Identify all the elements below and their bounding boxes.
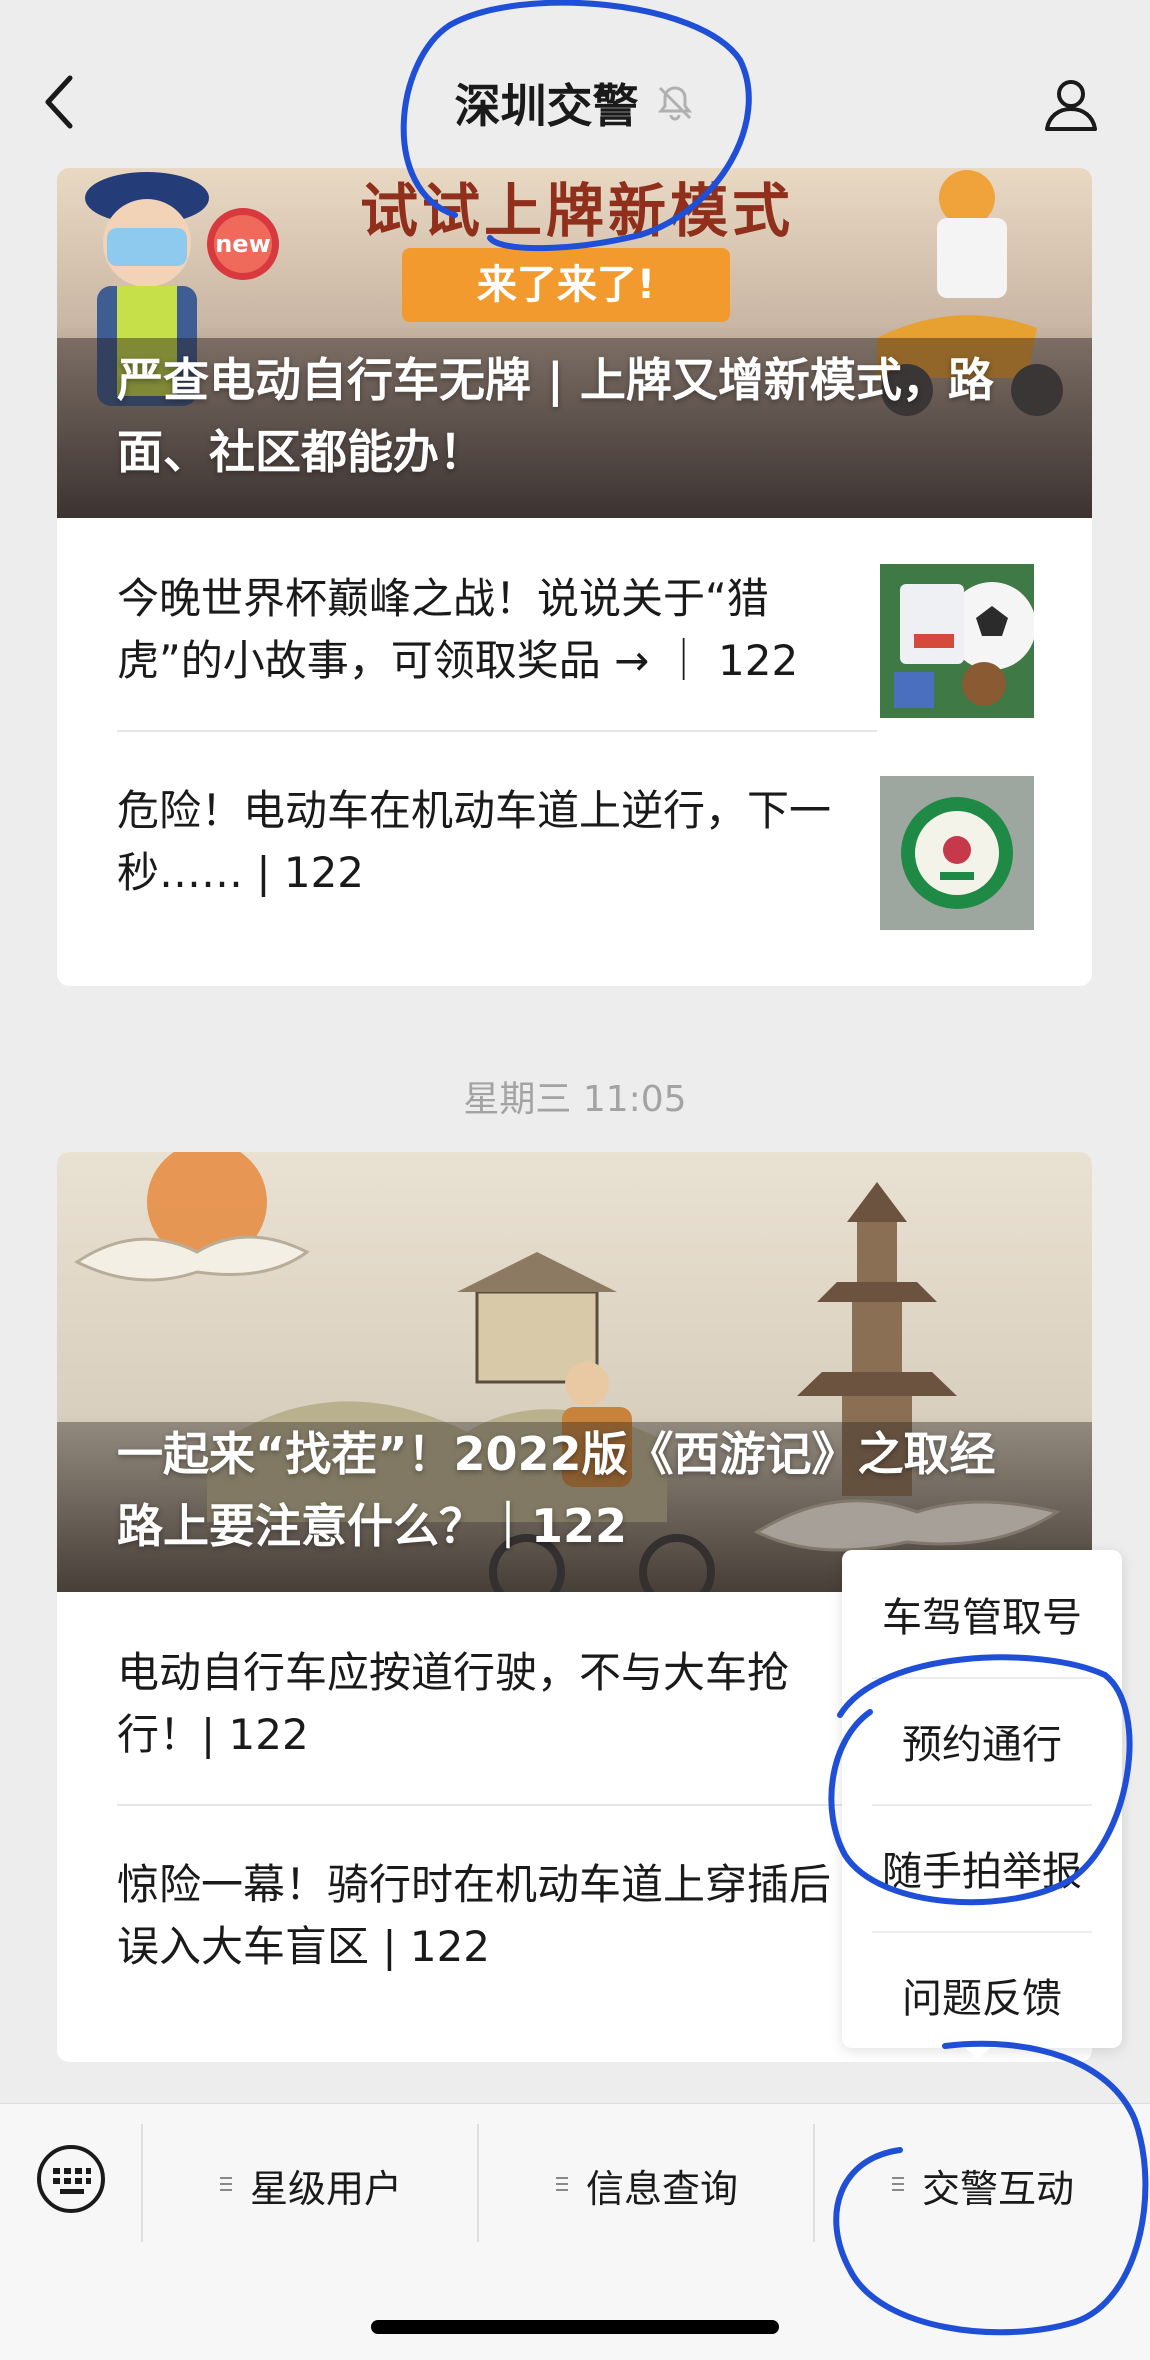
article-title: 今晚世界杯巅峰之战！说说关于“猎虎”的小故事，可领取奖品 → ｜ 122 — [117, 574, 799, 685]
banner-text: 试试上牌新模式 — [359, 177, 794, 245]
person-icon[interactable] — [1042, 75, 1100, 133]
submenu-icon — [219, 2177, 232, 2191]
menu-tab-star-user[interactable]: 星级用户 — [143, 2122, 479, 2248]
title-area: 深圳交警 — [0, 70, 1150, 136]
menu-tab-info-query[interactable]: 信息查询 — [479, 2122, 815, 2248]
nav-header: 深圳交警 — [0, 0, 1150, 168]
menu-tab-traffic-interaction[interactable]: 交警互动 — [815, 2122, 1150, 2248]
message-timestamp: 星期三 11:05 — [463, 1079, 687, 1120]
new-badge: new — [215, 230, 271, 258]
menu-item-vehicle-ticket[interactable]: 车驾管取号 — [842, 1550, 1122, 1677]
submenu-icon — [555, 2177, 568, 2191]
list-item[interactable]: 今晚世界杯巅峰之战！说说关于“猎虎”的小故事，可领取奖品 → ｜ 122 — [57, 518, 1092, 730]
menu-tab-label: 交警互动 — [921, 2166, 1074, 2211]
page-title: 深圳交警 — [454, 79, 639, 133]
hero-article-title: 严查电动自行车无牌 | 上牌又增新模式，路面、社区都能办！ — [117, 353, 994, 479]
hero-article-2[interactable]: 一起来“找茬”！2022版《西游记》之取经路上要注意什么？｜122 — [57, 1152, 1092, 1592]
article-card-1: 试试上牌新模式 来了来了! new 严查电动自行车无牌 | 上牌又增新模式，路面… — [57, 168, 1092, 986]
bell-muted-icon — [657, 86, 692, 121]
divider — [117, 1804, 877, 1806]
keyboard-icon[interactable] — [36, 2144, 106, 2214]
hero-article-1[interactable]: 试试上牌新模式 来了来了! new 严查电动自行车无牌 | 上牌又增新模式，路面… — [57, 168, 1092, 518]
article-title: 电动自行车应按道行驶，不与大车抢行！| 122 — [117, 1648, 790, 1759]
list-item[interactable]: 危险！电动车在机动车道上逆行，下一秒…… | 122 — [57, 730, 1092, 942]
banner-button: 来了来了! — [402, 248, 730, 322]
submenu-icon — [891, 2177, 904, 2191]
soccer-prizes-thumb — [880, 564, 1034, 718]
badge-thumb — [880, 776, 1034, 930]
menu-item-photo-report[interactable]: 随手拍举报 — [842, 1804, 1122, 1931]
divider — [117, 730, 877, 732]
article-title: 惊险一幕！骑行时在机动车道上穿插后误入大车盲区 | 122 — [117, 1860, 832, 1971]
menu-item-feedback[interactable]: 问题反馈 — [842, 1931, 1122, 2058]
home-indicator — [371, 2320, 779, 2334]
article-title: 危险！电动车在机动车道上逆行，下一秒…… | 122 — [117, 786, 832, 897]
submenu-popup: 车驾管取号 预约通行 随手拍举报 问题反馈 — [842, 1550, 1122, 2048]
menu-item-reservation-pass[interactable]: 预约通行 — [842, 1677, 1122, 1804]
menu-tab-label: 星级用户 — [249, 2166, 402, 2211]
popup-caret — [962, 2044, 994, 2060]
menu-tab-label: 信息查询 — [585, 2166, 738, 2211]
hero-article-title: 一起来“找茬”！2022版《西游记》之取经路上要注意什么？｜122 — [117, 1427, 996, 1553]
